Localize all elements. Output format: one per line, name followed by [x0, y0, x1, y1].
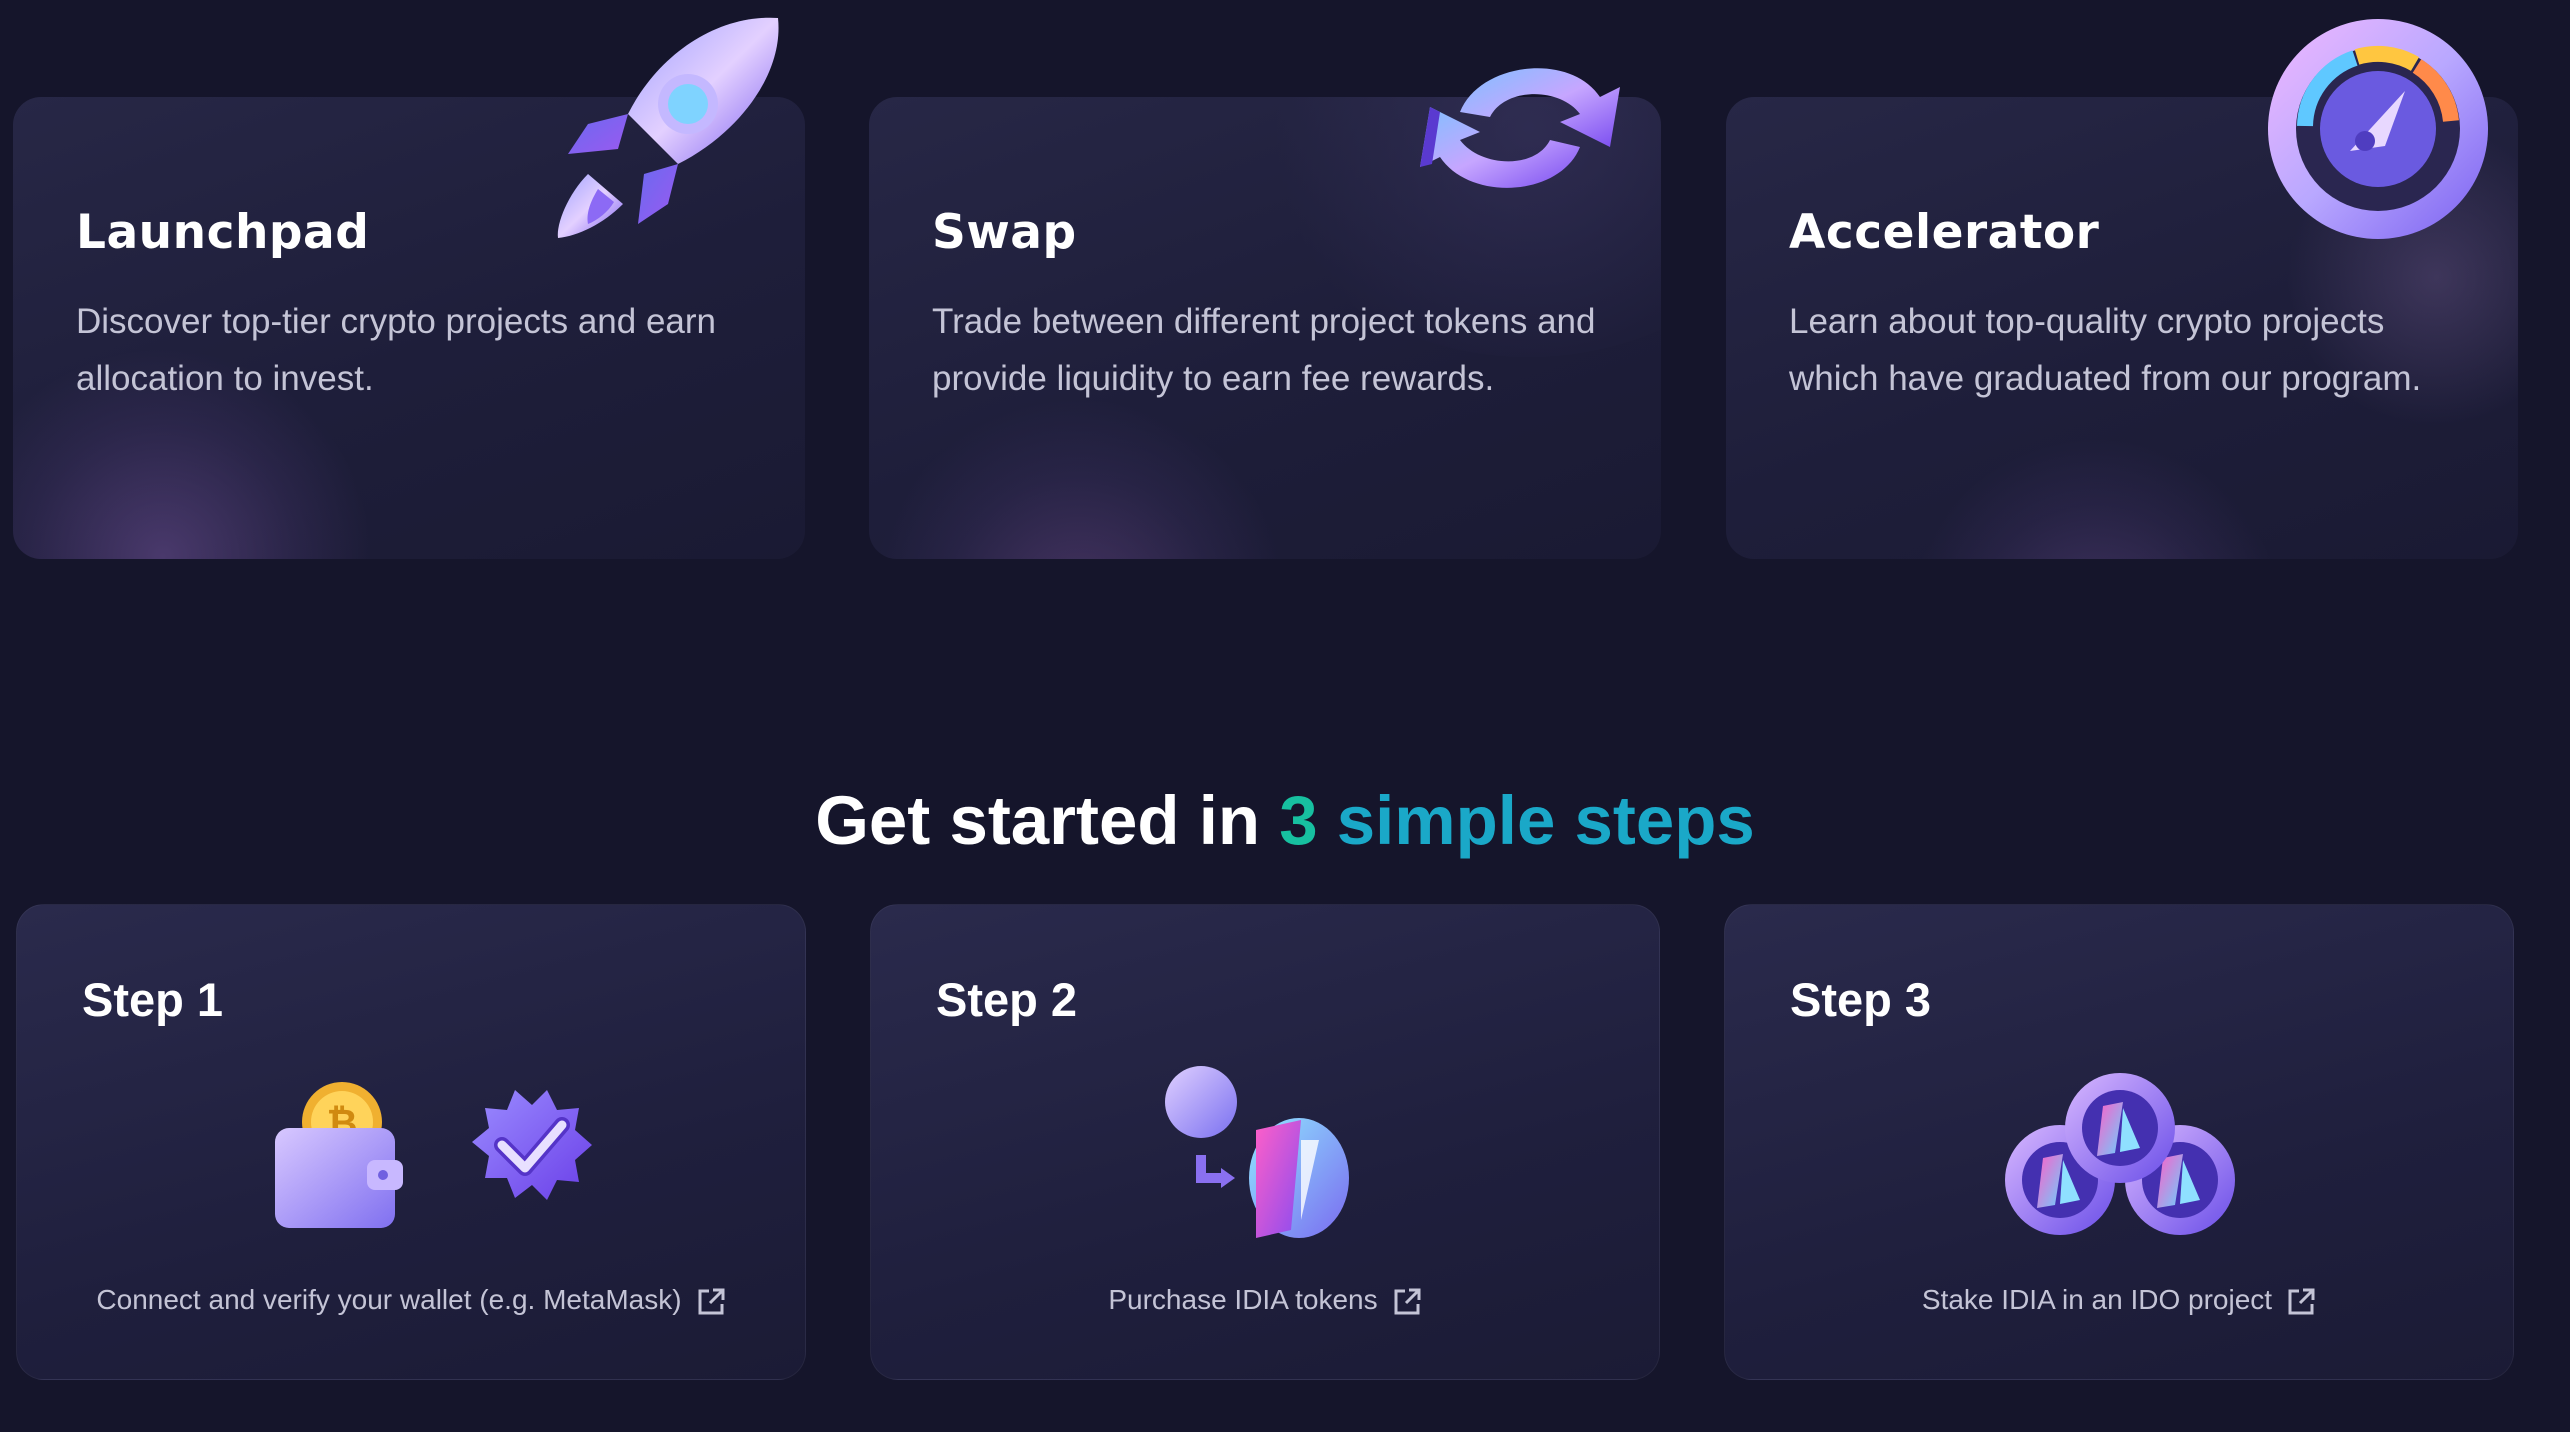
- step-1-card: Step 1 ₿ Connect and verify your wallet …: [16, 904, 806, 1380]
- external-link-icon: [1394, 1288, 1421, 1315]
- step-3-card: Step 3 Stake IDIA in an IDO project: [1724, 904, 2514, 1380]
- swap-arrows-icon: [1420, 68, 1620, 188]
- rocket-icon: [557, 17, 779, 238]
- wallet-verify-icon: ₿: [275, 1082, 592, 1228]
- card-glow: [1906, 437, 2286, 559]
- purchase-idia-link[interactable]: Purchase IDIA tokens: [871, 1284, 1659, 1317]
- step-title: Step 2: [936, 973, 1078, 1026]
- heading-prefix: Get started in: [815, 782, 1280, 859]
- card-title: Swap: [932, 205, 1077, 260]
- card-description: Trade between different project tokens a…: [932, 302, 1596, 398]
- card-title: Accelerator: [1789, 205, 2100, 260]
- external-link-icon: [2288, 1288, 2315, 1315]
- card-title: Launchpad: [76, 205, 370, 260]
- purchase-token-icon: [1165, 1066, 1349, 1238]
- steps-heading: Get started in 3 simple steps: [0, 781, 2570, 860]
- speedometer-icon: [2268, 19, 2488, 239]
- card-glow: [869, 397, 1289, 559]
- step-title: Step 1: [82, 973, 224, 1026]
- step-link-text: Purchase IDIA tokens: [1108, 1284, 1378, 1316]
- step-2-card: Step 2 Purchase IDIA tokens: [870, 904, 1660, 1380]
- step-link-text: Stake IDIA in an IDO project: [1921, 1284, 2273, 1316]
- heading-number: 3: [1279, 782, 1318, 859]
- card-description: Discover top-tier crypto projects and ea…: [76, 302, 716, 398]
- step-link-text: Connect and verify your wallet (e.g. Met…: [96, 1284, 682, 1316]
- card-description: Learn about top-quality crypto projects …: [1789, 302, 2422, 398]
- stake-coins-icon: [2005, 1073, 2235, 1235]
- heading-rest: simple steps: [1317, 782, 1755, 859]
- external-link-icon: [698, 1288, 725, 1315]
- connect-wallet-link[interactable]: Connect and verify your wallet (e.g. Met…: [17, 1284, 805, 1317]
- stake-idia-link[interactable]: Stake IDIA in an IDO project: [1725, 1284, 2513, 1317]
- step-title: Step 3: [1790, 973, 1932, 1026]
